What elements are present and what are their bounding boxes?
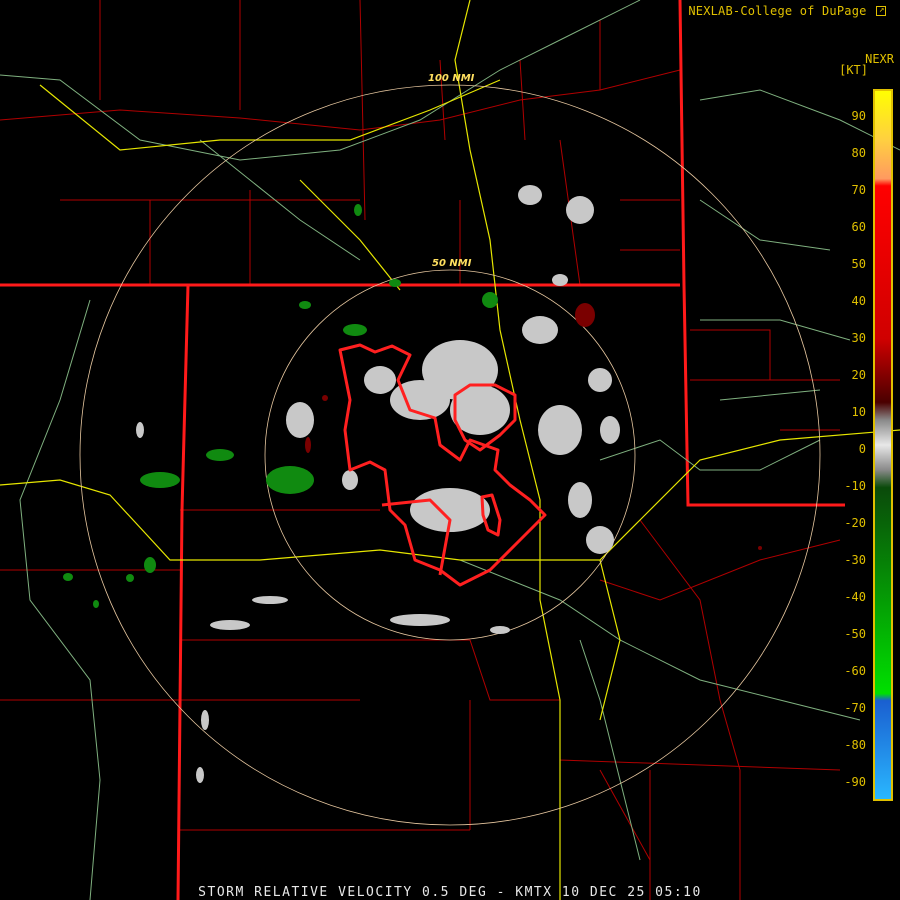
- legend-tick: -20: [844, 516, 866, 530]
- legend-tick: 30: [851, 331, 866, 345]
- range-rings: [79, 84, 821, 826]
- velocity-unit: [KT]: [839, 63, 868, 77]
- legend-tick: -10: [844, 479, 866, 493]
- river-lines: [0, 0, 900, 900]
- highway-lines: [0, 0, 900, 900]
- legend-tick: 10: [851, 405, 866, 419]
- legend-tick: -80: [844, 738, 866, 752]
- legend-tick: -70: [844, 701, 866, 715]
- legend-tick: 90: [851, 109, 866, 123]
- velocity-color-bar: [873, 89, 893, 801]
- ring-label-50: 50 NMI: [432, 258, 472, 269]
- credit-banner[interactable]: NEXLAB-College of DuPage ↗: [688, 4, 886, 18]
- legend-tick: 0: [858, 442, 866, 456]
- state-lines: [0, 0, 845, 900]
- ring-label-100: 100 NMI: [428, 73, 475, 84]
- radar-returns-neutral: [136, 185, 620, 783]
- legend-tick: 80: [851, 146, 866, 160]
- radar-map: [0, 0, 900, 900]
- legend-tick: 20: [851, 368, 866, 382]
- legend-tick: -40: [844, 590, 866, 604]
- product-caption: STORM RELATIVE VELOCITY 0.5 DEG - KMTX 1…: [198, 885, 702, 900]
- county-lines: [0, 0, 841, 900]
- legend-tick: 70: [851, 183, 866, 197]
- legend-tick: 60: [851, 220, 866, 234]
- legend-tick: 50: [851, 257, 866, 271]
- legend-tick: -50: [844, 627, 866, 641]
- legend-tick: 40: [851, 294, 866, 308]
- product-code: NEXR: [865, 52, 894, 66]
- legend-tick: -90: [844, 775, 866, 789]
- credit-text: NEXLAB-College of DuPage: [688, 4, 867, 18]
- external-link-icon: ↗: [876, 6, 886, 16]
- legend-tick: -60: [844, 664, 866, 678]
- legend-tick: -30: [844, 553, 866, 567]
